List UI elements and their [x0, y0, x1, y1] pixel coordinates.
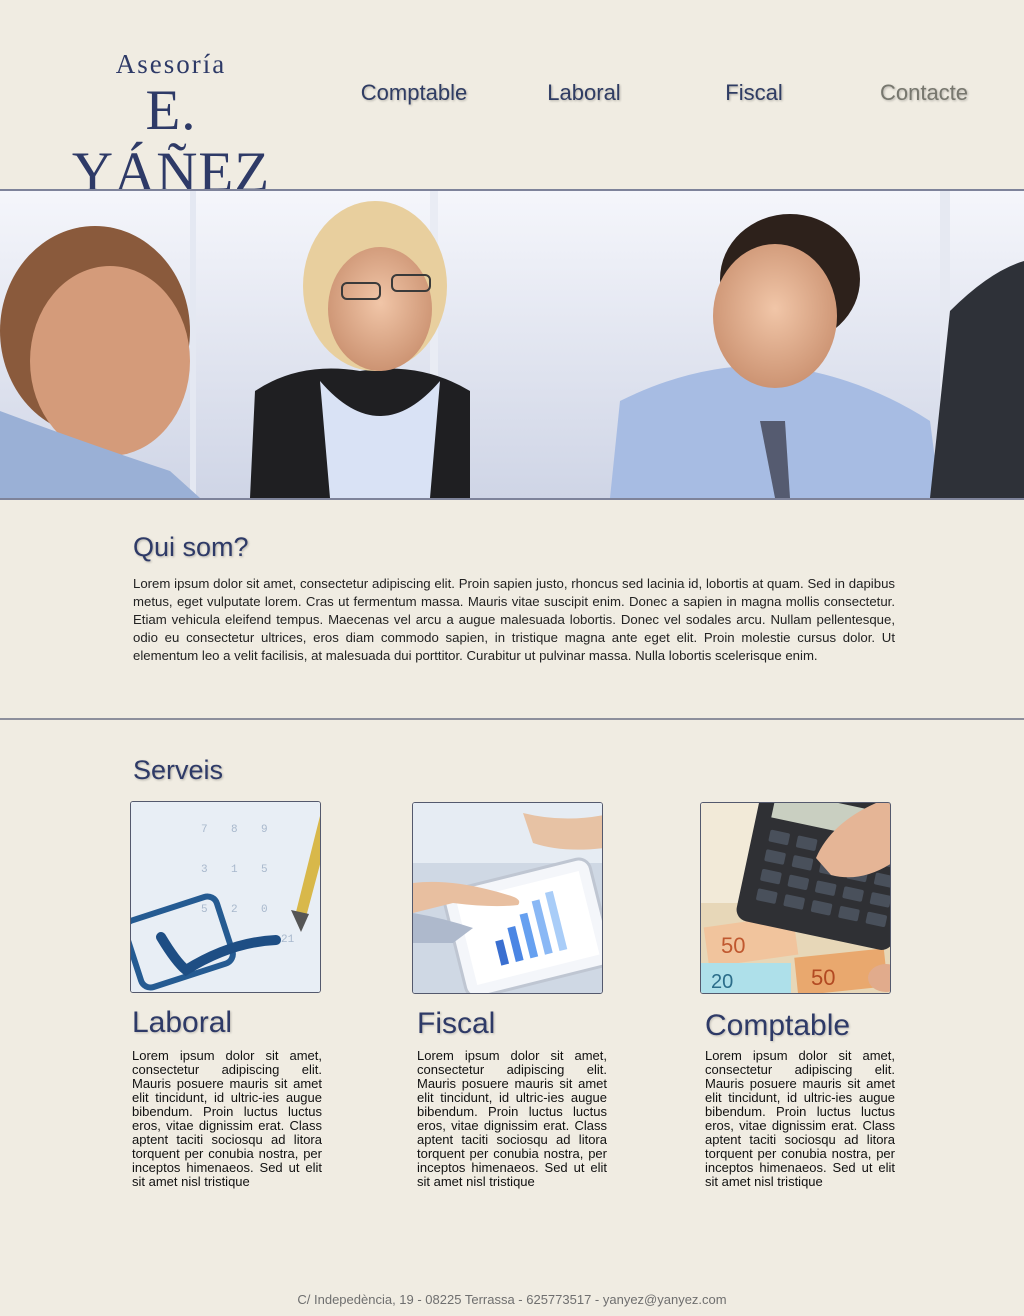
logo-line1: Asesoría	[115, 49, 227, 79]
svg-text:0: 0	[261, 904, 268, 916]
svg-text:5: 5	[261, 864, 268, 876]
svg-text:50: 50	[721, 933, 745, 958]
svg-text:3: 3	[201, 864, 208, 876]
svg-text:8: 8	[231, 824, 238, 836]
hero-image	[0, 189, 1024, 500]
service-comptable-image[interactable]: 50 50 20	[700, 802, 891, 994]
svg-text:1: 1	[231, 864, 238, 876]
service-laboral-title: Laboral	[132, 1006, 233, 1039]
service-fiscal-image[interactable]	[412, 802, 603, 994]
logo-line2: E. YÁÑEZ	[71, 79, 271, 204]
svg-text:20: 20	[711, 971, 733, 993]
svg-text:7: 7	[201, 824, 208, 836]
svg-text:50: 50	[811, 965, 835, 990]
service-fiscal-text: Lorem ipsum dolor sit amet, consectetur …	[417, 1049, 607, 1189]
nav-link-contacte[interactable]: Contacte	[852, 80, 996, 116]
section-divider	[0, 718, 1024, 720]
service-fiscal-title: Fiscal	[417, 1007, 496, 1040]
about-title: Qui som?	[133, 532, 249, 562]
svg-text:21: 21	[281, 934, 295, 946]
svg-text:5: 5	[201, 904, 208, 916]
service-comptable-text: Lorem ipsum dolor sit amet, consectetur …	[705, 1049, 895, 1189]
footer-contact: C/ Indepedència, 19 - 08225 Terrassa - 6…	[297, 1292, 727, 1307]
nav-link-fiscal[interactable]: Fiscal	[682, 80, 826, 116]
service-comptable-title: Comptable	[705, 1009, 851, 1042]
nav-link-laboral[interactable]: Laboral	[512, 80, 656, 116]
service-laboral-text: Lorem ipsum dolor sit amet, consectetur …	[132, 1049, 322, 1189]
service-laboral-image[interactable]: 7 8 9 3 1 5 5 2 0 21	[130, 801, 321, 993]
site-logo[interactable]: Asesoría E. YÁÑEZ	[46, 48, 296, 204]
svg-text:2: 2	[231, 904, 238, 916]
nav-link-comptable[interactable]: Comptable	[340, 80, 488, 116]
about-text: Lorem ipsum dolor sit amet, consectetur …	[133, 576, 895, 663]
services-title: Serveis	[133, 755, 224, 785]
svg-text:9: 9	[261, 824, 268, 836]
